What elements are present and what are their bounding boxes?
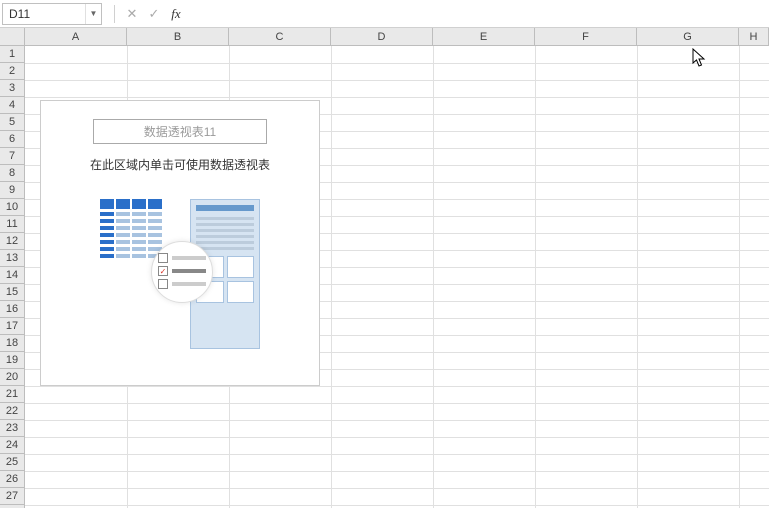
- row-header[interactable]: 8: [0, 165, 25, 182]
- formula-input[interactable]: [187, 3, 769, 25]
- pivot-hint-text: 在此区域内单击可使用数据透视表: [41, 156, 319, 173]
- cancel-formula-icon[interactable]: ✕: [121, 3, 143, 25]
- row-header[interactable]: 1: [0, 46, 25, 63]
- col-header[interactable]: D: [331, 28, 433, 46]
- row-header[interactable]: 26: [0, 471, 25, 488]
- row-headers: 1 2 3 4 5 6 7 8 9 10 11 12 13 14 15 16 1…: [0, 46, 25, 508]
- row-header[interactable]: 6: [0, 131, 25, 148]
- row-header[interactable]: 22: [0, 403, 25, 420]
- row-header[interactable]: 14: [0, 267, 25, 284]
- col-header[interactable]: A: [25, 28, 127, 46]
- row-header[interactable]: 5: [0, 114, 25, 131]
- row-header[interactable]: 9: [0, 182, 25, 199]
- separator: [114, 5, 115, 23]
- row-header[interactable]: 13: [0, 250, 25, 267]
- row-header[interactable]: 3: [0, 80, 25, 97]
- name-box-dropdown-icon[interactable]: ▼: [85, 4, 101, 24]
- row-header[interactable]: 16: [0, 301, 25, 318]
- fx-icon[interactable]: fx: [165, 3, 187, 25]
- col-header[interactable]: E: [433, 28, 535, 46]
- column-headers: A B C D E F G H: [25, 28, 769, 46]
- row-header[interactable]: 10: [0, 199, 25, 216]
- col-header[interactable]: B: [127, 28, 229, 46]
- row-header[interactable]: 23: [0, 420, 25, 437]
- select-all-corner[interactable]: [0, 28, 25, 46]
- row-header[interactable]: 27: [0, 488, 25, 505]
- row-header[interactable]: 2: [0, 63, 25, 80]
- col-header[interactable]: C: [229, 28, 331, 46]
- row-header[interactable]: 20: [0, 369, 25, 386]
- row-header[interactable]: 18: [0, 335, 25, 352]
- row-header[interactable]: 7: [0, 148, 25, 165]
- enter-formula-icon[interactable]: ✓: [143, 3, 165, 25]
- col-header[interactable]: F: [535, 28, 637, 46]
- row-header[interactable]: 21: [0, 386, 25, 403]
- row-header[interactable]: 15: [0, 284, 25, 301]
- pivot-check-icon: ✓: [151, 241, 213, 303]
- col-header[interactable]: H: [739, 28, 769, 46]
- row-header[interactable]: 17: [0, 318, 25, 335]
- row-header[interactable]: 11: [0, 216, 25, 233]
- formula-bar: D11 ▼ ✕ ✓ fx: [0, 0, 769, 28]
- spreadsheet-grid[interactable]: A B C D E F G H 1 2 3 4 5 6 7 8 9 10 11 …: [0, 28, 769, 508]
- row-header[interactable]: 24: [0, 437, 25, 454]
- pivot-graphic: ✓: [41, 199, 319, 349]
- row-header[interactable]: 12: [0, 233, 25, 250]
- pivot-title: 数据透视表11: [93, 119, 267, 144]
- name-box-value: D11: [3, 7, 85, 21]
- col-header[interactable]: G: [637, 28, 739, 46]
- row-header[interactable]: 4: [0, 97, 25, 114]
- row-header[interactable]: 25: [0, 454, 25, 471]
- name-box[interactable]: D11 ▼: [2, 3, 102, 25]
- row-header[interactable]: 19: [0, 352, 25, 369]
- pivot-table-placeholder[interactable]: 数据透视表11 在此区域内单击可使用数据透视表: [40, 100, 320, 386]
